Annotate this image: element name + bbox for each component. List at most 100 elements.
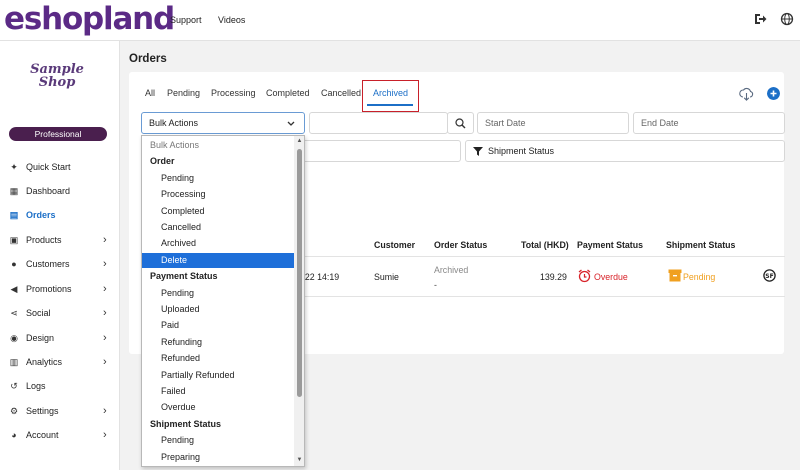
start-date-placeholder: Start Date <box>485 118 526 128</box>
sidebar-item-analytics[interactable]: ▥ Analytics › <box>0 352 119 372</box>
payment-status: Overdue <box>594 272 628 282</box>
scroll-down-arrow[interactable]: ▼ <box>295 456 304 465</box>
end-date-field[interactable]: End Date <box>633 112 785 134</box>
tab-cancelled[interactable]: Cancelled <box>321 88 361 98</box>
customer-name[interactable]: Sumie <box>374 272 399 282</box>
chart-icon: ▥ <box>9 356 19 367</box>
dropdown-option[interactable]: Refunded <box>142 351 294 366</box>
tab-processing[interactable]: Processing <box>211 88 256 98</box>
sidebar-item-label: Social <box>26 308 51 318</box>
col-customer[interactable]: Customer <box>374 240 415 250</box>
row-divider <box>300 296 785 297</box>
col-total[interactable]: Total (HKD) <box>521 240 569 250</box>
dropdown-option[interactable]: Completed <box>142 204 294 219</box>
add-order-icon[interactable] <box>767 87 780 100</box>
shipment-status: Pending <box>683 272 716 282</box>
dropdown-scrollbar[interactable]: ▲ ▼ <box>294 136 304 466</box>
sidebar-item-social[interactable]: ⋖ Social › <box>0 303 119 323</box>
videos-link[interactable]: Videos <box>218 15 245 25</box>
logout-icon[interactable] <box>753 12 767 26</box>
dropdown-option[interactable]: Partially Refunded <box>142 368 294 383</box>
bulk-actions-dropdown[interactable]: Bulk Actions Order Pending Processing Comple… <box>141 135 305 467</box>
order-status-sub: - <box>434 280 437 290</box>
shipment-status-filter[interactable]: Shipment Status <box>465 140 785 162</box>
sidebar-item-design[interactable]: ◉ Design › <box>0 328 119 348</box>
sidebar-item-products[interactable]: ▣ Products › <box>0 230 119 250</box>
sidebar-item-label: Quick Start <box>26 162 71 172</box>
sidebar-item-customers[interactable]: ● Customers › <box>0 254 119 274</box>
sidebar-item-promotions[interactable]: ◀ Promotions › <box>0 279 119 299</box>
sidebar-item-account[interactable]: ◕ Account › <box>0 425 119 445</box>
account-icon: ◕ <box>11 430 17 440</box>
sf-express-icon[interactable]: SF <box>763 269 776 282</box>
page-title: Orders <box>129 53 167 65</box>
download-icon[interactable] <box>739 87 754 102</box>
sidebar-item-label: Promotions <box>26 284 72 294</box>
chevron-right-icon: › <box>103 234 107 246</box>
end-date-placeholder: End Date <box>641 118 679 128</box>
dropdown-option[interactable]: Pending <box>142 433 294 448</box>
globe-icon[interactable] <box>780 12 794 26</box>
dropdown-option[interactable]: Refunding <box>142 335 294 350</box>
dropdown-group-label: Order <box>150 156 175 167</box>
chevron-right-icon: › <box>103 356 107 368</box>
sidebar-item-label: Design <box>26 333 55 343</box>
tab-all[interactable]: All <box>145 88 155 98</box>
search-button[interactable] <box>447 112 474 134</box>
scroll-up-arrow[interactable]: ▲ <box>295 137 304 146</box>
sidebar-item-label: Dashboard <box>26 186 71 196</box>
dropdown-option[interactable]: Archived <box>142 236 294 251</box>
sidebar: Sample Shop Professional ✦ Quick Start ▦ Da… <box>0 41 120 470</box>
wand-icon: ✦ <box>10 161 18 172</box>
customers-icon: ● <box>11 259 17 269</box>
shop-logo[interactable]: Sample Shop <box>22 63 92 89</box>
dropdown-option[interactable]: Uploaded <box>142 302 294 317</box>
tab-archived[interactable]: Archived <box>373 88 408 98</box>
col-shipment-status[interactable]: Shipment Status <box>666 240 735 250</box>
svg-text:SF: SF <box>765 273 773 280</box>
dropdown-option[interactable]: Pending <box>142 286 294 301</box>
sidebar-item-logs[interactable]: ↺ Logs <box>0 376 119 396</box>
dropdown-option[interactable]: Overdue <box>142 400 294 415</box>
dropdown-option[interactable]: Pending <box>142 171 294 186</box>
dropdown-option[interactable]: Processing <box>142 187 294 202</box>
col-payment-status[interactable]: Payment Status <box>577 240 643 250</box>
bulk-actions-value: Bulk Actions <box>149 118 199 128</box>
sidebar-item-dashboard[interactable]: ▦ Dashboard <box>0 181 119 201</box>
dropdown-option[interactable]: Preparing <box>142 450 294 465</box>
dropdown-option[interactable]: Delete <box>142 252 294 268</box>
palette-icon: ◉ <box>10 332 18 343</box>
search-input[interactable] <box>309 112 448 134</box>
dropdown-option[interactable]: Paid <box>142 318 294 333</box>
package-icon <box>668 269 682 282</box>
sidebar-item-label: Logs <box>26 381 46 391</box>
sidebar-item-label: Analytics <box>26 357 63 367</box>
chevron-down-icon <box>287 121 295 126</box>
sidebar-item-label: Account <box>26 430 59 440</box>
sidebar-item-settings[interactable]: ⚙ Settings › <box>0 401 119 421</box>
order-total: 139.29 <box>540 272 567 282</box>
chevron-right-icon: › <box>103 405 107 417</box>
tab-pending[interactable]: Pending <box>167 88 200 98</box>
order-status: Archived <box>434 265 469 275</box>
chevron-right-icon: › <box>103 258 107 270</box>
dropdown-option[interactable]: Cancelled <box>142 220 294 235</box>
brand-logo[interactable]: eshopland <box>4 1 175 37</box>
sidebar-item-label: Orders <box>26 210 56 220</box>
scroll-thumb[interactable] <box>297 149 302 397</box>
bulk-actions-select[interactable]: Bulk Actions <box>141 112 305 134</box>
support-link[interactable]: Support <box>170 15 202 25</box>
sidebar-item-quick-start[interactable]: ✦ Quick Start <box>0 157 119 177</box>
share-icon: ⋖ <box>10 307 18 318</box>
dropdown-group-label: Shipment Status <box>150 418 222 429</box>
filter-icon <box>473 146 483 156</box>
dropdown-option[interactable]: Failed <box>142 384 294 399</box>
order-date: 022 14:19 <box>300 272 340 282</box>
dropdown-option[interactable]: Bulk Actions <box>142 138 294 153</box>
sidebar-item-orders[interactable]: ▤ Orders <box>0 205 119 225</box>
start-date-field[interactable]: Start Date <box>477 112 629 134</box>
tab-completed[interactable]: Completed <box>266 88 310 98</box>
payment-status-filter[interactable] <box>300 140 461 162</box>
plan-badge: Professional <box>9 127 107 141</box>
col-order-status[interactable]: Order Status <box>434 240 487 250</box>
